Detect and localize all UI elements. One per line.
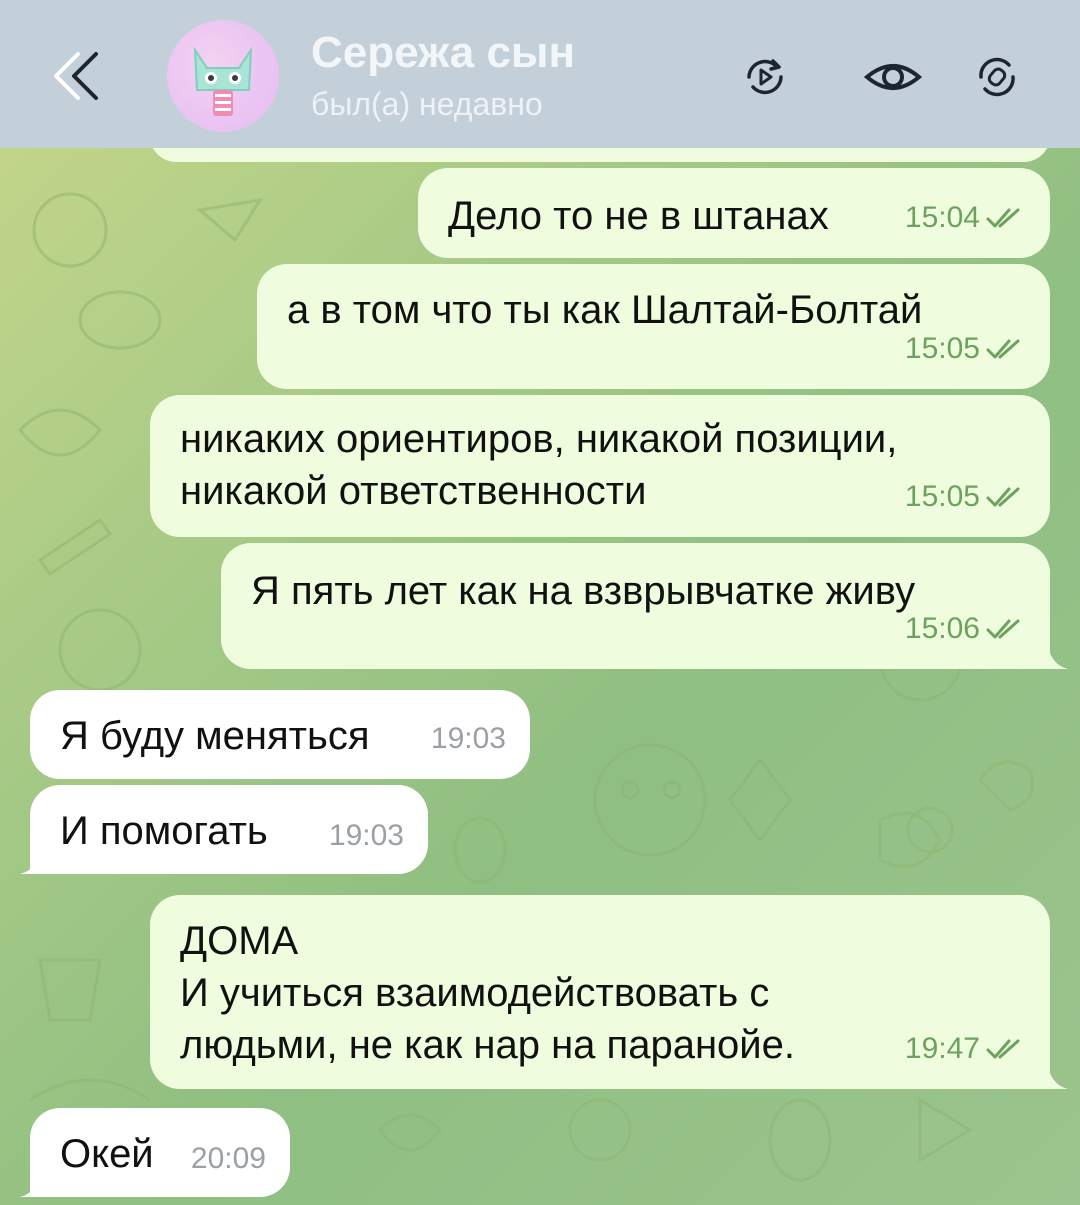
message-time: 19:03 bbox=[430, 722, 506, 755]
double-check-icon bbox=[986, 1039, 1020, 1059]
message-bubble[interactable]: ДОМА И учиться взаимодействовать с людьм… bbox=[150, 895, 1050, 1089]
bubble-tail bbox=[20, 844, 42, 874]
message-time: 20:09 bbox=[190, 1142, 266, 1175]
message-bubble[interactable]: Я буду меняться 19:03 bbox=[30, 690, 530, 779]
message-text: а в том что ты как Шалтай-Болтай bbox=[287, 288, 923, 332]
message-time: 15:04 bbox=[904, 201, 980, 234]
contact-status: был(а) недавно bbox=[311, 86, 543, 122]
double-check-icon bbox=[986, 619, 1020, 639]
message-bubble[interactable]: Дело то не в штанах 15:04 bbox=[418, 168, 1050, 258]
double-chevron-left-icon bbox=[54, 52, 98, 100]
message-bubble[interactable]: Я пять лет как на взврывчатке живу 15:06 bbox=[221, 543, 1050, 669]
video-call-button[interactable] bbox=[730, 42, 800, 112]
message-meta: 15:06 bbox=[905, 603, 1026, 655]
message-text: Я буду меняться bbox=[60, 714, 370, 758]
message-bubble[interactable]: а в том что ты как Шалтай-Болтай 15:05 bbox=[257, 264, 1050, 389]
message-time: 15:05 bbox=[904, 480, 980, 513]
bubble-tail bbox=[1046, 639, 1068, 669]
double-check-icon bbox=[986, 487, 1020, 507]
message-text: Окей bbox=[60, 1132, 154, 1176]
message-meta: 19:47 bbox=[905, 1023, 1026, 1075]
message-text: никаких ориентиров, никакой позиции, ник… bbox=[180, 417, 898, 513]
eye-button[interactable] bbox=[858, 42, 928, 112]
message-text: ДОМА И учиться взаимодействовать с людьм… bbox=[180, 919, 795, 1067]
message-time: 19:47 bbox=[904, 1032, 980, 1065]
double-check-icon bbox=[986, 339, 1020, 359]
message-bubble[interactable]: никаких ориентиров, никакой позиции, ник… bbox=[150, 395, 1050, 537]
rotate-sticker-icon bbox=[979, 57, 1015, 97]
message-time: 19:03 bbox=[328, 819, 404, 852]
message-meta: 15:05 bbox=[905, 323, 1026, 375]
message-bubble[interactable]: И помогать 19:03 bbox=[30, 785, 428, 874]
message-text: И помогать bbox=[60, 809, 268, 853]
message-bubble[interactable]: Окей 20:09 bbox=[30, 1108, 290, 1197]
message-text: Дело то не в штанах bbox=[448, 194, 829, 238]
rotate-sticker-button[interactable] bbox=[962, 42, 1032, 112]
double-check-icon bbox=[986, 208, 1020, 228]
contact-name[interactable]: Сережа сын bbox=[311, 28, 575, 78]
cat-avatar-icon bbox=[193, 46, 253, 116]
chat-header: Сережа сын был(а) недавно bbox=[0, 0, 1080, 148]
message-time: 15:05 bbox=[904, 332, 980, 365]
message-text: Я пять лет как на взврывчатке живу bbox=[251, 569, 916, 613]
message-meta: 15:05 bbox=[905, 471, 1026, 523]
eye-icon bbox=[863, 64, 923, 90]
back-button[interactable] bbox=[40, 40, 112, 112]
message-meta: 15:04 bbox=[905, 192, 1026, 244]
message-time: 15:06 bbox=[904, 612, 980, 645]
video-call-icon bbox=[747, 59, 783, 95]
contact-avatar[interactable] bbox=[167, 20, 279, 132]
bubble-tail bbox=[1046, 1059, 1068, 1089]
bubble-tail bbox=[20, 1167, 42, 1197]
